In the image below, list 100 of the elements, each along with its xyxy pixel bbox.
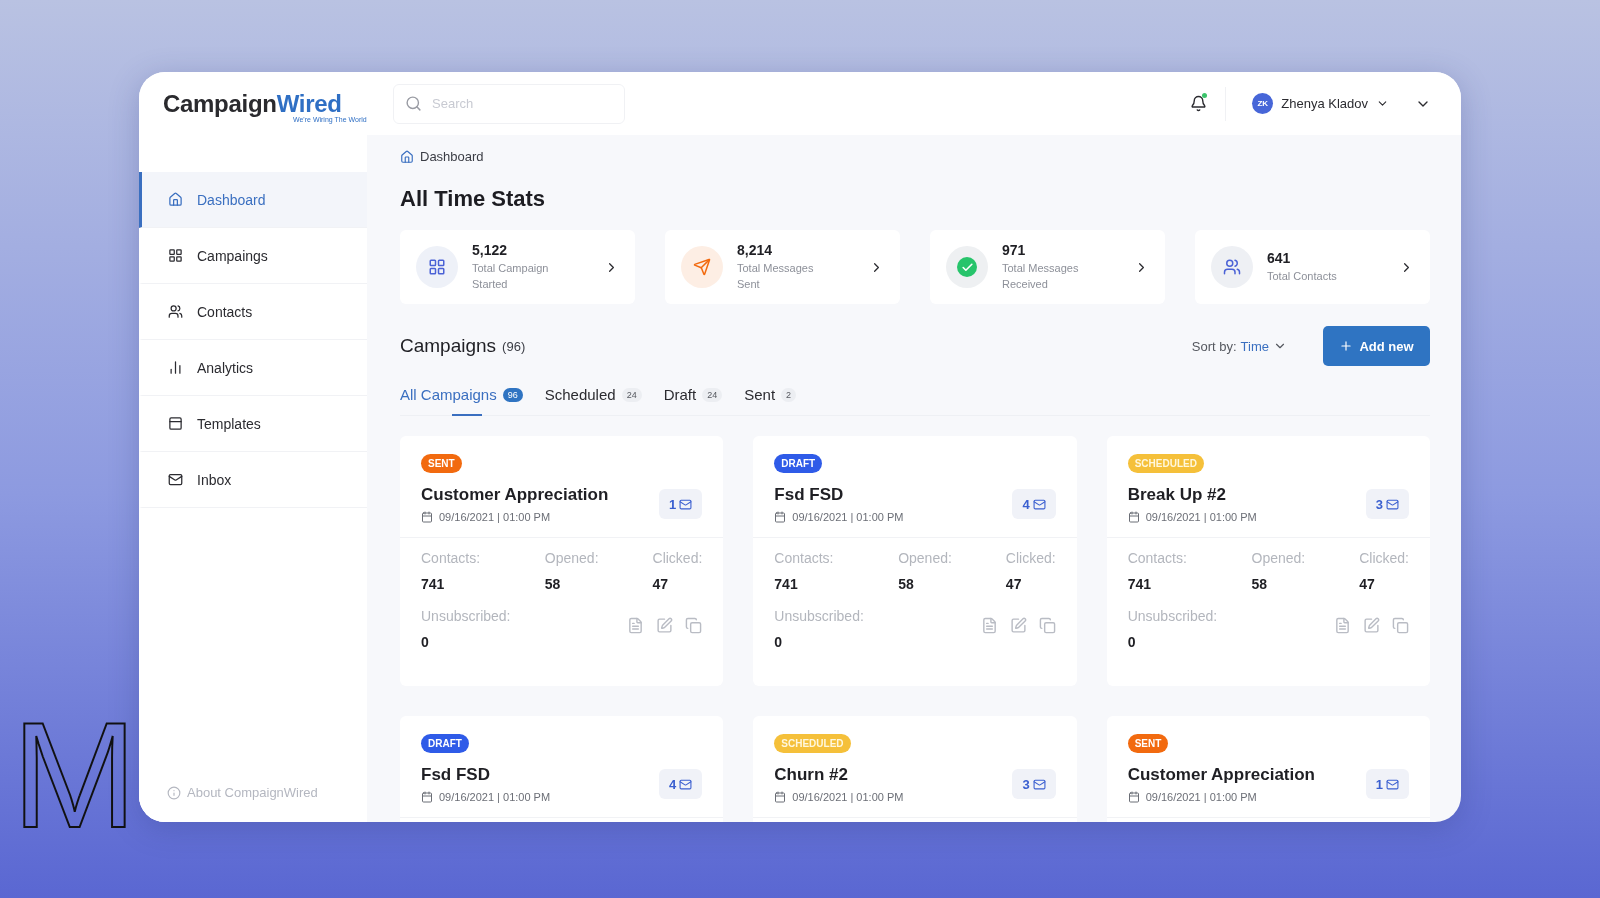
metric-value: 0 <box>1127 634 1137 650</box>
stat-label: Total Campaign Started <box>472 261 550 292</box>
tab[interactable]: All Campaigns 96 <box>400 378 523 415</box>
document-icon[interactable] <box>627 616 645 634</box>
copy-icon[interactable] <box>685 616 703 634</box>
tab[interactable]: Sent 2 <box>744 378 797 415</box>
campaign-card[interactable]: DRAFT Fsd FSD 09/16/2021 | 01:00 PM 4 <box>400 716 724 822</box>
sidebar-item[interactable]: Dashboard <box>139 172 367 228</box>
metric-label: Opened: <box>544 550 600 566</box>
message-count-button[interactable]: 1 <box>659 489 703 519</box>
tab-count: 24 <box>621 387 642 402</box>
sort-dropdown[interactable]: Sort by: Time <box>1185 337 1293 355</box>
message-count-button[interactable]: 3 <box>1365 489 1409 519</box>
metric-value: 741 <box>774 576 799 592</box>
mail-icon <box>1386 777 1399 791</box>
avatar: ZK <box>1252 93 1274 114</box>
message-count-button[interactable]: 4 <box>659 769 703 799</box>
metric-label: Opened: <box>898 550 953 566</box>
stat-value: 5,122 <box>472 242 509 258</box>
status-tag: SENT <box>421 454 462 473</box>
edit-icon[interactable] <box>1009 616 1027 634</box>
edit-icon[interactable] <box>656 616 674 634</box>
copy-icon[interactable] <box>1038 616 1056 634</box>
metric-value: 58 <box>544 576 562 592</box>
campaign-title: Customer Appreciation <box>421 485 610 505</box>
add-new-button[interactable]: Add new <box>1323 326 1430 366</box>
campaign-date: 09/16/2021 | 01:00 PM <box>439 791 551 803</box>
stat-value: 971 <box>1002 242 1027 258</box>
tab[interactable]: Scheduled 24 <box>544 378 642 415</box>
campaign-card[interactable]: SENT Customer Appreciation 09/16/2021 | 01:00 PM 1 Contacts: 741 Opened: 58 Clicked: 47 Unsubscribed: 0 <box>400 436 724 686</box>
calendar-icon <box>1127 791 1140 803</box>
stat-value: 641 <box>1267 250 1292 266</box>
metric-label: Unsubscribed: <box>774 608 865 624</box>
info-icon <box>167 785 181 800</box>
campaign-title: Fsd FSD <box>421 765 491 785</box>
logo: CampaignWired <box>163 90 343 117</box>
metric-label: Unsubscribed: <box>1127 608 1219 624</box>
calendar-icon <box>1127 511 1140 523</box>
campaign-card[interactable]: SCHEDULED Break Up #2 09/16/2021 | 01:00 PM 3 Contacts: 741 Opened: 58 Clicked: 47 Unsubscribed: 0 <box>1106 436 1430 686</box>
bar-chart-icon <box>168 360 183 375</box>
metric-value: 58 <box>1251 576 1269 592</box>
search-icon <box>405 94 422 112</box>
mail-icon <box>679 497 693 511</box>
campaign-title: Fsd FSD <box>774 485 845 505</box>
document-icon[interactable] <box>1334 616 1351 634</box>
mail-icon <box>1032 777 1046 791</box>
copy-icon[interactable] <box>1392 616 1409 634</box>
mail-icon <box>679 777 693 791</box>
message-count-button[interactable]: 3 <box>1012 769 1056 799</box>
status-tag: DRAFT <box>774 454 823 473</box>
stat-label: Total Messages Sent <box>737 261 815 292</box>
stat-card[interactable]: 971 Total Messages Received <box>930 230 1165 304</box>
message-count-button[interactable]: 4 <box>1012 489 1056 519</box>
calendar-icon <box>421 791 433 803</box>
campaign-card[interactable]: SCHEDULED Churn #2 09/16/2021 | 01:00 PM 3 <box>753 716 1077 822</box>
mail-icon <box>1032 497 1046 511</box>
metric-value: 47 <box>1359 576 1376 592</box>
tab-count: 24 <box>702 387 723 402</box>
campaign-date: 09/16/2021 | 01:00 PM <box>792 791 904 803</box>
breadcrumb[interactable]: Dashboard <box>420 149 484 164</box>
campaign-count: (96) <box>502 338 526 354</box>
campaign-card[interactable]: DRAFT Fsd FSD 09/16/2021 | 01:00 PM 4 Contacts: 741 Opened: 58 Clicked: 47 Unsubscribed: 0 <box>753 436 1077 686</box>
status-tag: SENT <box>1127 734 1169 753</box>
window-icon <box>168 416 183 431</box>
campaign-title: Break Up #2 <box>1127 485 1227 505</box>
metric-label: Clicked: <box>652 550 703 566</box>
stat-card[interactable]: 641 Total Contacts <box>1195 230 1430 304</box>
tab[interactable]: Draft 24 <box>663 378 723 415</box>
message-count-button[interactable]: 1 <box>1365 769 1409 799</box>
metric-value: 741 <box>421 576 446 592</box>
check-icon <box>946 246 988 288</box>
plus-icon <box>1339 339 1354 353</box>
calendar-icon <box>774 791 787 803</box>
stat-value: 8,214 <box>737 242 774 258</box>
people-icon <box>1211 246 1253 288</box>
grid-icon <box>416 246 458 288</box>
status-tag: DRAFT <box>421 734 469 753</box>
stat-card[interactable]: 8,214 Total Messages Sent <box>665 230 900 304</box>
metric-value: 58 <box>898 576 915 592</box>
calendar-icon <box>421 511 433 523</box>
tab-count: 2 <box>781 387 797 402</box>
metric-value: 0 <box>774 634 784 650</box>
campaign-date: 09/16/2021 | 01:00 PM <box>792 511 904 523</box>
notification-icon[interactable] <box>1190 95 1208 112</box>
campaign-title: Churn #2 <box>774 765 849 785</box>
stat-card[interactable]: 5,122 Total Campaign Started <box>400 230 635 304</box>
edit-icon[interactable] <box>1363 616 1380 634</box>
tab-count: 96 <box>502 387 523 402</box>
metric-value: 741 <box>1127 576 1152 592</box>
document-icon[interactable] <box>980 616 998 634</box>
metric-label: Unsubscribed: <box>421 608 512 624</box>
stat-label: Total Contacts <box>1267 269 1338 284</box>
stat-label: Total Messages Received <box>1002 261 1080 292</box>
home-icon <box>168 192 183 207</box>
metric-label: Contacts: <box>774 550 835 566</box>
section-title: Campaigns <box>400 335 497 357</box>
metric-label: Opened: <box>1251 550 1307 566</box>
home-icon <box>400 149 414 164</box>
campaign-card[interactable]: SENT Customer Appreciation 09/16/2021 | 01:00 PM 1 <box>1106 716 1430 822</box>
campaign-date: 09/16/2021 | 01:00 PM <box>1145 511 1257 523</box>
